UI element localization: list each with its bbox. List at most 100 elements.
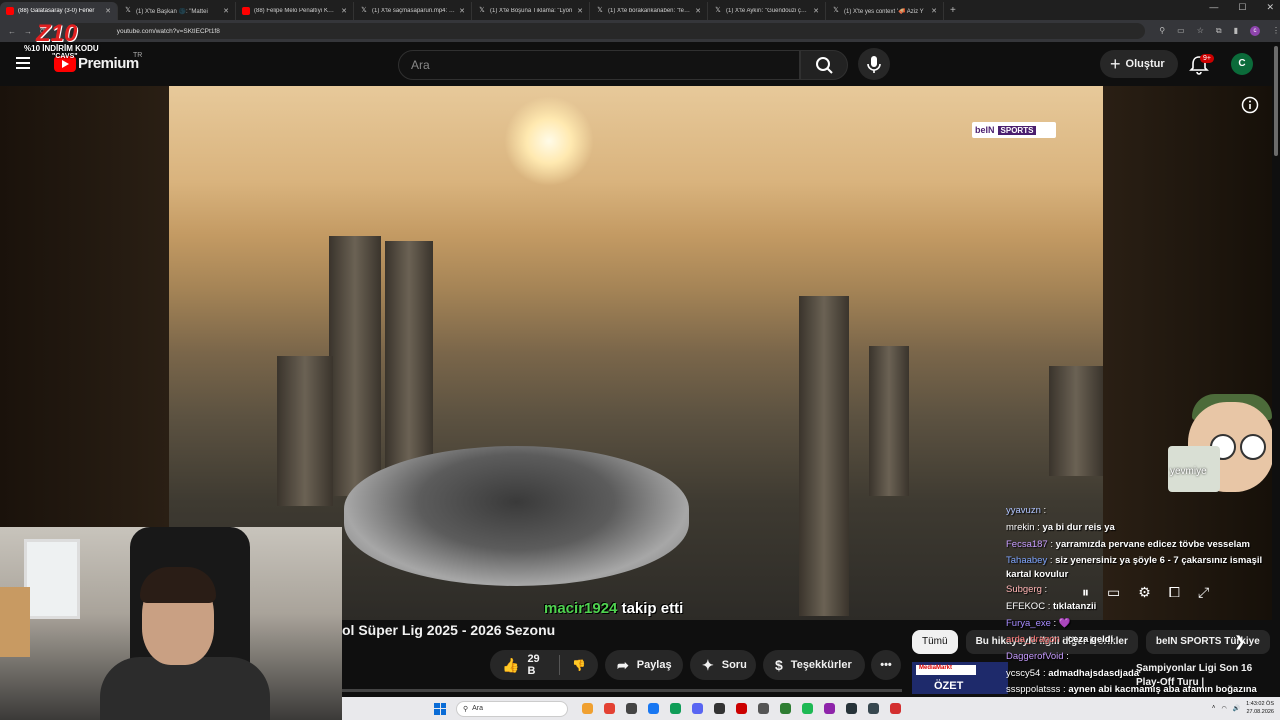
stream-mascot-overlay	[1168, 392, 1280, 504]
browser-tab[interactable]: 𝕏 (1) X'te Başkan 🌑: "Mattei ✕	[118, 2, 236, 20]
ask-button[interactable]: ✦ Soru	[690, 650, 756, 680]
close-tab-icon[interactable]: ✕	[105, 7, 111, 15]
extensions-icon[interactable]: ⧉	[1216, 26, 1222, 36]
x-icon: 𝕏	[715, 7, 721, 14]
app-icon[interactable]	[890, 703, 901, 714]
browser-tab[interactable]: 𝕏 (1) X'te saçmasaparun.mp4: "Ben ✕	[354, 2, 472, 20]
windows-start-icon[interactable]	[434, 702, 446, 715]
skyscraper	[329, 236, 381, 496]
browser-tab[interactable]: 𝕏 (1) X'te Boşuna Tıklama: "Lyon ✕	[472, 2, 590, 20]
thumbs-up-icon[interactable]: 👍	[502, 657, 519, 674]
chat-username: mrekin	[1006, 521, 1035, 533]
close-tab-icon[interactable]: ✕	[931, 7, 937, 15]
explorer-icon[interactable]	[582, 703, 593, 714]
chat-message: ycscy54 : admadhajsdasdjada	[1006, 668, 1140, 680]
close-window-icon[interactable]: ✕	[1266, 2, 1274, 13]
maximize-icon[interactable]: ☐	[1238, 2, 1246, 13]
create-label: Oluştur	[1125, 58, 1165, 70]
x-icon: 𝕏	[361, 7, 367, 14]
app-icon[interactable]	[868, 703, 879, 714]
thanks-button[interactable]: $ Teşekkürler	[763, 650, 865, 680]
scrollbar-thumb[interactable]	[1274, 46, 1278, 156]
voice-search-button[interactable]	[858, 48, 890, 80]
tab-title: (88) Felipe Melo Penaltıyı Kurta	[254, 8, 338, 14]
streamer-webcam	[0, 527, 342, 720]
recommendation-thumbnail[interactable]: MediaMarkt ÖZET	[912, 662, 1008, 694]
edge-icon[interactable]	[648, 703, 659, 714]
chat-text: ceza geldi	[1067, 634, 1114, 646]
minimize-icon[interactable]: —	[1209, 2, 1218, 13]
cast-icon[interactable]: ▭	[1177, 26, 1185, 36]
app-icon[interactable]	[758, 703, 769, 714]
thumbs-down-icon[interactable]: 👎	[572, 659, 586, 672]
address-bar-row: ← → ⟳ youtube.com/watch?v=SKtIECPt1f8 ⚲ …	[0, 20, 1280, 42]
chat-username: Subgerg	[1006, 583, 1042, 595]
app-icon[interactable]	[670, 703, 681, 714]
discord-icon[interactable]	[692, 703, 703, 714]
back-icon[interactable]: ←	[8, 27, 16, 36]
tray-chevron-icon[interactable]: ˄	[1212, 705, 1216, 711]
chat-message: yyavuzn :	[1006, 505, 1047, 516]
app-icon[interactable]	[626, 703, 637, 714]
app-icon[interactable]	[846, 703, 857, 714]
share-button[interactable]: ➦ Paylaş	[605, 650, 683, 680]
account-avatar[interactable]: C	[1231, 53, 1253, 75]
page-scrollbar[interactable]	[1272, 42, 1280, 620]
sidebar-icon[interactable]: ▮	[1234, 26, 1238, 36]
network-icon[interactable]: ◠	[1221, 705, 1226, 712]
close-tab-icon[interactable]: ✕	[577, 7, 583, 15]
follow-alert: macir1924 takip etti	[544, 600, 683, 617]
taskbar-apps	[582, 703, 901, 714]
plus-icon: +	[1110, 54, 1121, 74]
profile-avatar[interactable]: c	[1250, 26, 1260, 36]
promo-code-label: %10 İNDİRİM KODU	[24, 44, 99, 53]
chrome-icon[interactable]	[604, 703, 615, 714]
share-label: Paylaş	[636, 659, 672, 671]
browser-tab[interactable]: (88) Felipe Melo Penaltıyı Kurta ✕	[236, 2, 354, 20]
app-icon[interactable]	[824, 703, 835, 714]
tab-title: (1) X'te yes context '🪗 Aziz Y	[844, 8, 924, 15]
app-icon[interactable]	[780, 703, 791, 714]
close-tab-icon[interactable]: ✕	[223, 7, 229, 15]
ask-label: Soru	[721, 659, 747, 671]
clock-date: 27.08.2026	[1246, 709, 1274, 715]
browser-tab[interactable]: 𝕏 (1) X'te borakankanaben: "fener ✕	[590, 2, 708, 20]
browser-tab[interactable]: (88) Galatasaray (3-0) Fener ✕	[0, 2, 118, 20]
close-tab-icon[interactable]: ✕	[695, 7, 701, 15]
taskbar-search[interactable]: ⚲ Ara	[456, 700, 568, 717]
chat-text: admadhajsdasdjada	[1048, 668, 1140, 680]
search-button[interactable]	[800, 50, 848, 80]
skyscraper	[869, 346, 909, 496]
browser-menu-icon[interactable]: ⋮	[1272, 26, 1280, 36]
x-icon: 𝕏	[479, 7, 485, 14]
close-tab-icon[interactable]: ✕	[459, 7, 465, 15]
create-button[interactable]: + Oluştur	[1100, 50, 1178, 78]
volume-icon[interactable]: 🔊	[1233, 705, 1240, 712]
spotify-icon[interactable]	[802, 703, 813, 714]
browser-tab[interactable]: 𝕏 (1) X'te yes context '🪗 Aziz Y ✕	[826, 2, 944, 20]
app-icon[interactable]	[736, 703, 747, 714]
search-input[interactable]: Ara	[398, 50, 800, 80]
chat-username: Tahaabey	[1006, 554, 1048, 566]
bookmark-star-icon[interactable]: ☆	[1197, 26, 1204, 36]
close-tab-icon[interactable]: ✕	[813, 7, 819, 15]
browser-tab[interactable]: 𝕏 (1) X'te Aykırı: "Guendouzi çkur ✕	[708, 2, 826, 20]
close-tab-icon[interactable]: ✕	[341, 7, 347, 15]
tab-title: (1) X'te Başkan 🌑: "Mattei	[136, 8, 208, 15]
thumbnail-brand: MediaMarkt	[916, 665, 976, 675]
follow-username: macir1924	[544, 600, 618, 617]
chat-username: yyavuzn	[1006, 505, 1041, 516]
app-icon[interactable]	[714, 703, 725, 714]
stadium	[344, 446, 689, 586]
url-field[interactable]: youtube.com/watch?v=SKtIECPt1f8	[66, 23, 1146, 39]
info-icon[interactable]	[1241, 96, 1259, 114]
taskbar-clock[interactable]: 1:43:02 ÖS 27.08.2026	[1246, 700, 1274, 716]
video-title: ol Süper Lig 2025 - 2026 Sezonu	[342, 622, 556, 638]
windows-taskbar: ⚲ Ara ˄ ◠ 🔊 1:43:02 ÖS 27.08.2026	[342, 697, 1280, 720]
tab-title: (1) X'te Boşuna Tıklama: "Lyon	[490, 8, 573, 14]
new-tab-button[interactable]: +	[950, 5, 956, 16]
chip-all[interactable]: Tümü	[912, 630, 958, 654]
more-actions-button[interactable]: •••	[871, 650, 901, 680]
zoom-icon[interactable]: ⚲	[1159, 26, 1165, 36]
like-count[interactable]: 29 B	[527, 653, 547, 677]
